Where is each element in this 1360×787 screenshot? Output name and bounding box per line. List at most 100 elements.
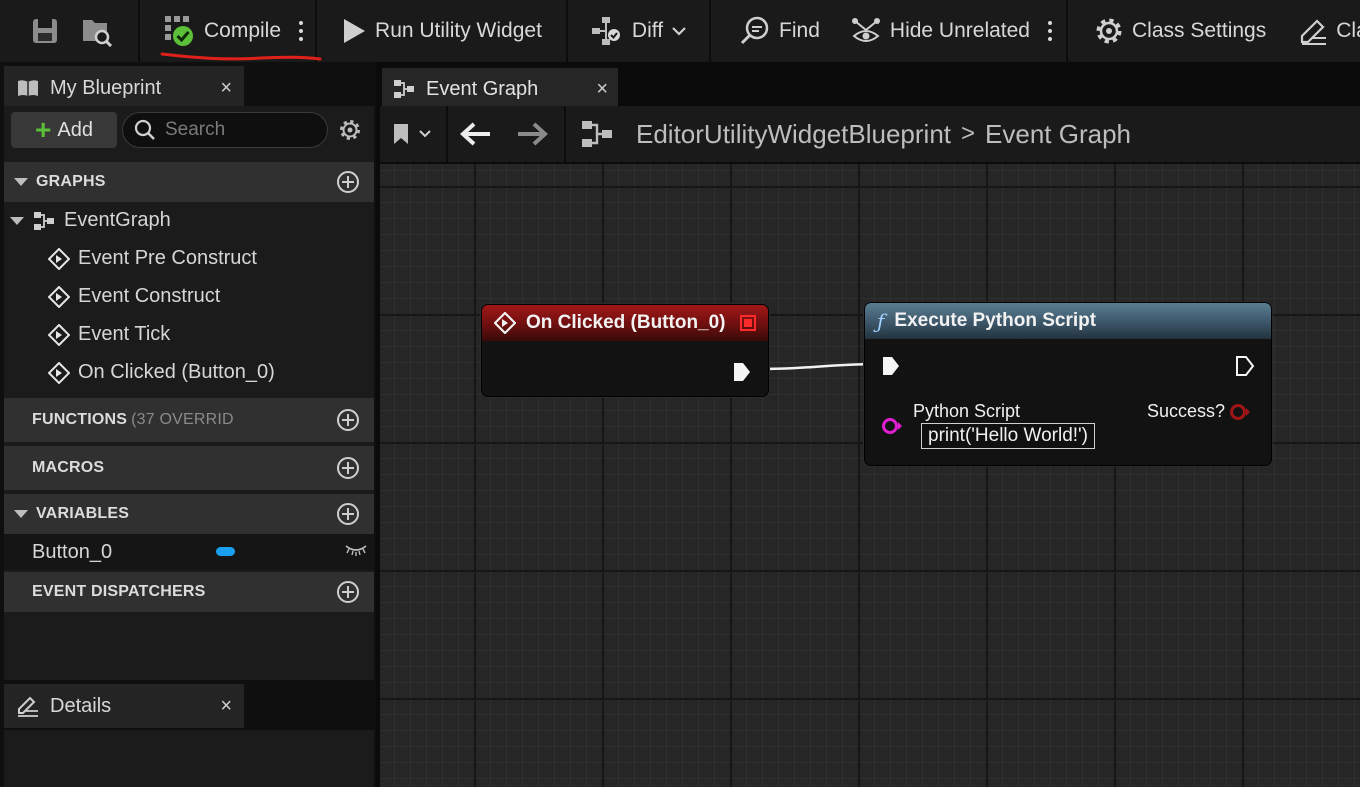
add-button[interactable]: + Add [11, 112, 117, 148]
breadcrumb-root[interactable]: EditorUtilityWidgetBlueprint [636, 119, 951, 150]
add-circle-icon[interactable] [336, 456, 360, 480]
graphs-section-header[interactable]: GRAPHS [4, 162, 374, 202]
search-box[interactable] [122, 112, 328, 148]
on-clicked-event-node[interactable]: On Clicked (Button_0) [481, 304, 769, 397]
plus-icon: + [35, 114, 52, 145]
add-circle-icon[interactable] [336, 502, 360, 526]
find-options-kebab[interactable] [1048, 21, 1052, 41]
save-button[interactable] [20, 9, 70, 53]
eventgraph-label: EventGraph [64, 209, 171, 231]
details-tab[interactable]: Details × [4, 684, 244, 728]
on-clicked-node-title: On Clicked (Button_0) [526, 312, 726, 333]
add-circle-icon[interactable] [336, 408, 360, 432]
run-utility-widget-button[interactable]: Run Utility Widget [333, 9, 550, 53]
bookmark-button[interactable] [392, 122, 432, 146]
chevron-down-icon [419, 130, 431, 138]
compile-success-icon [165, 16, 193, 46]
forward-arrow-icon[interactable] [516, 122, 548, 146]
breadcrumb: EditorUtilityWidgetBlueprint > Event Gra… [566, 119, 1131, 150]
graph-icon [34, 211, 54, 230]
diff-label: Diff [631, 19, 664, 42]
variables-section-label: VARIABLES [36, 505, 130, 522]
add-circle-icon[interactable] [336, 580, 360, 604]
hide-unrelated-icon [851, 18, 880, 42]
book-icon [18, 80, 38, 96]
variables-section-header[interactable]: VARIABLES [4, 494, 374, 534]
tree-item-event[interactable]: On Clicked (Button_0) [48, 361, 275, 384]
toolbar-find-group: Find Hide Unrelated [711, 0, 1068, 62]
execute-python-script-node[interactable]: ƒ Execute Python Script Python Script pr… [864, 302, 1272, 466]
python-script-input-field[interactable]: print('Hello World!') [921, 423, 1095, 449]
play-icon [344, 19, 366, 43]
hide-unrelated-button[interactable]: Hide Unrelated [842, 9, 1038, 53]
close-icon[interactable]: × [596, 78, 608, 101]
find-label: Find [779, 19, 820, 42]
on-clicked-node-header[interactable]: On Clicked (Button_0) [482, 305, 768, 341]
my-blueprint-tab[interactable]: My Blueprint × [4, 66, 244, 110]
my-blueprint-tab-label: My Blueprint [50, 76, 162, 99]
functions-section-header[interactable]: FUNCTIONS (37 OVERRID [4, 398, 374, 442]
caret-down-icon [14, 178, 28, 186]
toolbar-run-group: Run Utility Widget [317, 0, 568, 62]
toolbar-class-group: Class Settings Class [1068, 0, 1360, 62]
exec-wire [759, 362, 881, 371]
compile-options-kebab[interactable] [299, 21, 304, 41]
graph-editor: Event Graph × EditorUtilityWidgetBluepri… [376, 62, 1360, 787]
gear-icon [1096, 18, 1122, 44]
close-icon[interactable]: × [220, 695, 232, 718]
success-output-label: Success? [1147, 401, 1226, 421]
execute-python-node-title: Execute Python Script [894, 310, 1097, 331]
left-panel: My Blueprint × + Add GRAPHS EventGraph E… [0, 62, 376, 787]
exec-in-pin[interactable] [881, 355, 901, 377]
back-arrow-icon[interactable] [460, 122, 492, 146]
details-body [4, 730, 374, 787]
add-circle-icon[interactable] [336, 170, 360, 194]
python-script-input-pin[interactable] [881, 415, 903, 437]
bookmark-icon [394, 124, 408, 144]
functions-override-count: (37 OVERRID [131, 411, 234, 428]
variable-name: Button_0 [32, 540, 113, 563]
breadcrumb-separator: > [961, 120, 976, 147]
caret-down-icon [10, 216, 24, 225]
delegate-pin[interactable] [740, 315, 756, 331]
hide-unrelated-label: Hide Unrelated [889, 19, 1030, 42]
tree-item-eventgraph[interactable]: EventGraph [10, 209, 171, 232]
graph-canvas[interactable]: On Clicked (Button_0) ƒ Execute Python S… [380, 164, 1360, 787]
event-graph-tab[interactable]: Event Graph × [382, 68, 618, 110]
macros-section-header[interactable]: MACROS [4, 446, 374, 490]
event-dispatchers-section-label: EVENT DISPATCHERS [32, 583, 206, 600]
find-icon [740, 16, 769, 45]
compile-button[interactable]: Compile [154, 9, 289, 53]
details-tab-label: Details [50, 694, 112, 717]
tree-item-event[interactable]: Event Tick [48, 323, 170, 346]
graph-icon [582, 121, 612, 147]
exec-out-pin[interactable] [1235, 355, 1255, 377]
variable-type-pill[interactable] [216, 547, 235, 556]
graphs-section-label: GRAPHS [36, 173, 106, 190]
graph-nav-bar: EditorUtilityWidgetBlueprint > Event Gra… [380, 106, 1360, 162]
browse-icon [83, 20, 113, 47]
class-defaults-icon [1301, 19, 1327, 45]
details-pencil-icon [18, 696, 38, 717]
event-dispatchers-section-header[interactable]: EVENT DISPATCHERS [4, 572, 374, 612]
gear-icon[interactable] [338, 118, 362, 142]
diff-button[interactable]: Diff [582, 9, 695, 53]
tree-item-event[interactable]: Event Construct [48, 285, 220, 308]
event-label: On Clicked (Button_0) [78, 361, 275, 383]
tree-item-event[interactable]: Event Pre Construct [48, 247, 257, 270]
event-icon [494, 312, 516, 334]
browse-button[interactable] [70, 9, 124, 53]
eye-closed-icon[interactable] [344, 542, 368, 558]
event-icon [48, 247, 70, 270]
find-button[interactable]: Find [731, 9, 828, 53]
exec-out-pin[interactable] [732, 361, 752, 383]
class-settings-button[interactable]: Class Settings [1086, 9, 1274, 53]
search-input[interactable] [165, 119, 315, 141]
class-defaults-button[interactable]: Class [1290, 9, 1360, 53]
success-output-pin[interactable] [1229, 401, 1251, 423]
variable-row[interactable]: Button_0 [4, 534, 374, 570]
caret-down-icon [14, 510, 28, 518]
event-label: Event Tick [78, 323, 171, 345]
execute-python-node-header[interactable]: ƒ Execute Python Script [865, 303, 1271, 339]
close-icon[interactable]: × [220, 77, 232, 100]
